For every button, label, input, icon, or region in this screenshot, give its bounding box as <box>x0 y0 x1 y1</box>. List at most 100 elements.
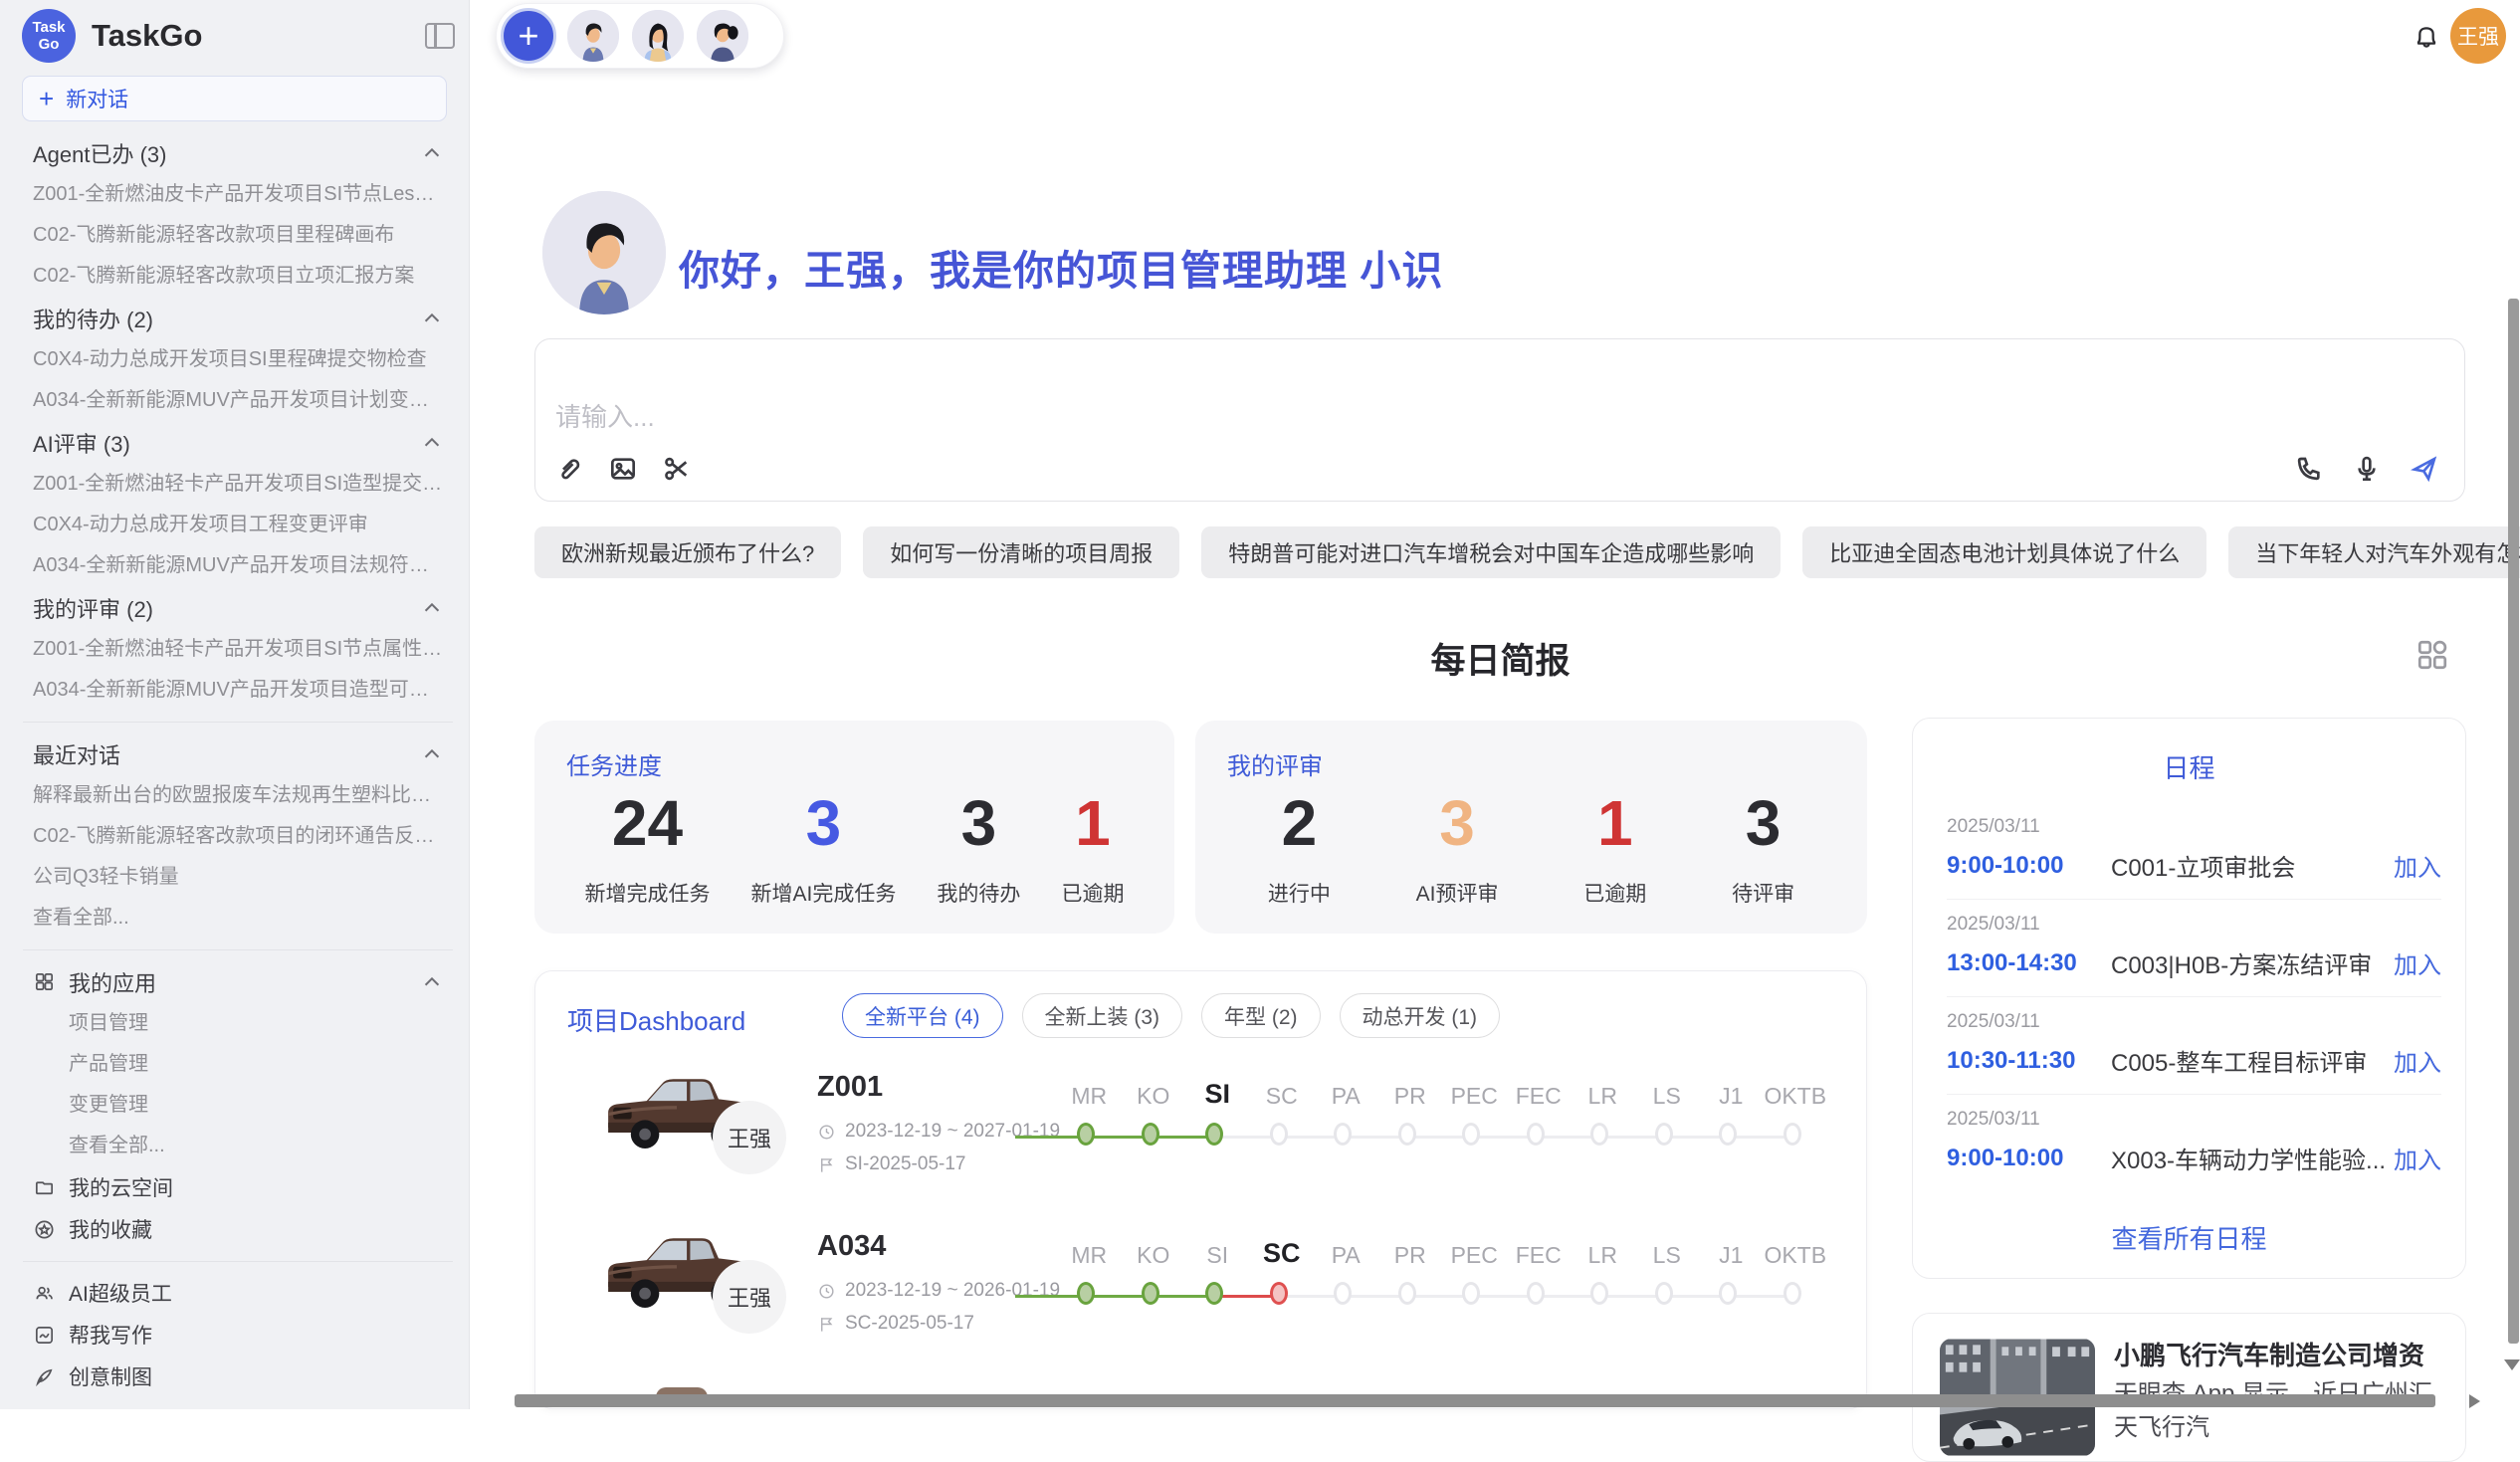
recent-chat-item[interactable]: 公司Q3轻卡销量 <box>33 857 443 898</box>
chevron-up-icon[interactable] <box>421 142 443 164</box>
add-assistant-button[interactable]: + <box>501 8 556 64</box>
assistant-avatar-3[interactable] <box>695 8 750 64</box>
ai-super-staff-item[interactable]: AI超级员工 <box>33 1272 443 1314</box>
milestone-dot <box>1462 1123 1480 1146</box>
milestone-label: LR <box>1571 1083 1635 1110</box>
recent-chat-item[interactable]: C02-飞腾新能源轻客改款项目的闭环通告反馈情况 <box>33 816 443 857</box>
flag-icon <box>817 1155 836 1174</box>
quill-icon <box>33 1365 56 1388</box>
screenshot-icon[interactable] <box>661 453 693 485</box>
news-card[interactable]: 小鹏飞行汽车制造公司增资 天眼查 App 显示，近日广州汇天飞行汽 <box>1912 1313 2466 1462</box>
input-placeholder: 请输入... <box>555 397 655 434</box>
dashboard-filter-chip[interactable]: 年型 (2) <box>1201 993 1321 1038</box>
app-menu-item[interactable]: 变更管理 <box>33 1085 443 1126</box>
creative-drawing-item[interactable]: 创意制图 <box>33 1356 443 1397</box>
milestone-label: KO <box>1122 1242 1186 1269</box>
user-avatar[interactable]: 王强 <box>2450 8 2506 64</box>
stat-value: 1 <box>1061 786 1124 860</box>
section-recent-chats[interactable]: 最近对话 <box>33 732 443 775</box>
assistant-avatar-1[interactable] <box>565 8 621 64</box>
app-menu-item[interactable]: 查看全部... <box>33 1126 443 1166</box>
sidebar-task-item[interactable]: A034-全新新能源MUV产品开发项目计划变更表编写 <box>33 380 443 421</box>
my-favorites-item[interactable]: 我的收藏 <box>33 1208 443 1250</box>
milestone-dot <box>1398 1123 1416 1146</box>
help-me-write-item[interactable]: 帮我写作 <box>33 1314 443 1356</box>
vertical-scrollbar[interactable] <box>2508 299 2519 1344</box>
sidebar-task-item[interactable]: A034-全新新能源MUV产品开发项目造型可行性评审 <box>33 670 443 711</box>
send-icon[interactable] <box>2409 453 2440 485</box>
chevron-up-icon[interactable] <box>421 597 443 619</box>
attachment-icon[interactable] <box>553 453 585 485</box>
briefing-layout-icon[interactable] <box>2415 637 2450 673</box>
recent-chat-item[interactable]: 查看全部... <box>33 898 443 939</box>
join-button[interactable]: 加入 <box>2394 848 2441 883</box>
suggestion-chip[interactable]: 特朗普可能对进口汽车增税会对中国车企造成哪些影响 <box>1201 526 1781 578</box>
sidebar-task-item[interactable]: A034-全新新能源MUV产品开发项目法规符合性评审 <box>33 545 443 586</box>
join-button[interactable]: 加入 <box>2394 1043 2441 1078</box>
app-menu-item[interactable]: 产品管理 <box>33 1044 443 1085</box>
scroll-right-arrow-icon[interactable] <box>2469 1394 2480 1408</box>
horizontal-scrollbar[interactable] <box>515 1394 2435 1407</box>
milestone-label: PR <box>1378 1083 1443 1110</box>
recent-chat-item[interactable]: 解释最新出台的欧盟报废车法规再生塑料比例被调至15%... <box>33 775 443 816</box>
dashboard-filter-chip[interactable]: 全新上装 (3) <box>1022 993 1183 1038</box>
image-upload-icon[interactable] <box>607 453 639 485</box>
voice-call-icon[interactable] <box>2293 453 2325 485</box>
suggestion-chip[interactable]: 欧洲新规最近颁布了什么? <box>534 526 841 578</box>
sidebar-task-item[interactable]: Z001-全新燃油轻卡产品开发项目SI节点属性5D文件评审 <box>33 629 443 670</box>
sidebar-task-item[interactable]: Z001-全新燃油皮卡产品开发项目SI节点Lesson Learn报告 <box>33 174 443 215</box>
app-menu-item[interactable]: 项目管理 <box>33 1003 443 1044</box>
dashboard-filter-chip[interactable]: 动总开发 (1) <box>1340 993 1501 1038</box>
sidebar-task-item[interactable]: C0X4-动力总成开发项目SI里程碑提交物检查 <box>33 339 443 380</box>
chevron-up-icon[interactable] <box>421 743 443 765</box>
project-row-z001[interactable]: 王强 Z001 2023-12-19 ~ 2027-01-19 SI-2025-… <box>535 1041 1866 1200</box>
sidebar-scroll[interactable]: Agent已办 (3) Z001-全新燃油皮卡产品开发项目SI节点Lesson … <box>0 131 469 1409</box>
sidebar-task-item[interactable]: Z001-全新燃油轻卡产品开发项目SI造型提交物评审 <box>33 464 443 505</box>
join-button[interactable]: 加入 <box>2394 1141 2441 1175</box>
milestone-dot <box>1270 1123 1288 1146</box>
milestone-label: FEC <box>1507 1242 1572 1269</box>
chevron-up-icon[interactable] <box>421 308 443 329</box>
sidebar-collapse-icon[interactable] <box>425 23 455 49</box>
sidebar-task-item[interactable]: C0X4-动力总成开发项目工程变更评审 <box>33 505 443 545</box>
microphone-icon[interactable] <box>2351 453 2383 485</box>
suggestion-chip[interactable]: 当下年轻人对汽车外观有怎样的喜好趋势 <box>2228 526 2520 578</box>
join-button[interactable]: 加入 <box>2394 945 2441 980</box>
project-dashboard-card: 项目Dashboard 全新平台 (4)全新上装 (3)年型 (2)动总开发 (… <box>534 970 1867 1409</box>
scroll-down-arrow-icon[interactable] <box>2504 1359 2520 1370</box>
suggestion-chip[interactable]: 如何写一份清晰的项目周报 <box>863 526 1179 578</box>
section-my-apps[interactable]: 我的应用 <box>33 960 443 1003</box>
sidebar-task-item[interactable]: C02-飞腾新能源轻客改款项目立项汇报方案 <box>33 256 443 297</box>
suggestion-chip[interactable]: 比亚迪全固态电池计划具体说了什么 <box>1802 526 2206 578</box>
milestone-dot <box>1334 1123 1352 1146</box>
milestone-label: PEC <box>1442 1083 1507 1110</box>
project-row-a034[interactable]: 王强 A034 2023-12-19 ~ 2026-01-19 SC-2025-… <box>535 1200 1866 1359</box>
chevron-up-icon[interactable] <box>421 432 443 454</box>
schedule-card: 日程 2025/03/11 9:00-10:00 C001-立项审批会 加入 2… <box>1912 718 2466 1279</box>
section-my-review[interactable]: 我的评审 (2) <box>33 586 443 629</box>
milestone-node: LR <box>1571 1200 1635 1350</box>
schedule-date: 2025/03/11 <box>1947 1109 2441 1131</box>
section-ai-review[interactable]: AI评审 (3) <box>33 421 443 464</box>
stat-value: 1 <box>1583 786 1646 860</box>
stat-label: 新增完成任务 <box>585 878 711 908</box>
owner-badge: 王强 <box>713 1101 786 1174</box>
chat-input[interactable]: 请输入... <box>534 338 2465 502</box>
schedule-time: 10:30-11:30 <box>1947 1047 2111 1075</box>
schedule-event-title: C001-立项审批会 <box>2111 848 2394 883</box>
assistant-avatar-2[interactable] <box>630 8 686 64</box>
milestone-node: SI <box>1185 1041 1250 1190</box>
notification-bell-icon[interactable] <box>2411 20 2442 54</box>
section-agent-done[interactable]: Agent已办 (3) <box>33 131 443 174</box>
section-my-todo[interactable]: 我的待办 (2) <box>33 297 443 339</box>
chevron-up-icon[interactable] <box>421 971 443 993</box>
new-chat-button[interactable]: + 新对话 <box>22 76 447 121</box>
view-all-schedule-link[interactable]: 查看所有日程 <box>1913 1219 2465 1256</box>
milestone-label: PA <box>1314 1083 1378 1110</box>
stat-label: 待评审 <box>1732 878 1794 908</box>
stat-label: 我的待办 <box>937 878 1020 908</box>
stat-label: 新增AI完成任务 <box>751 878 897 908</box>
sidebar-task-item[interactable]: C02-飞腾新能源轻客改款项目里程碑画布 <box>33 215 443 256</box>
my-cloud-item[interactable]: 我的云空间 <box>33 1166 443 1208</box>
dashboard-filter-chip[interactable]: 全新平台 (4) <box>842 993 1003 1038</box>
